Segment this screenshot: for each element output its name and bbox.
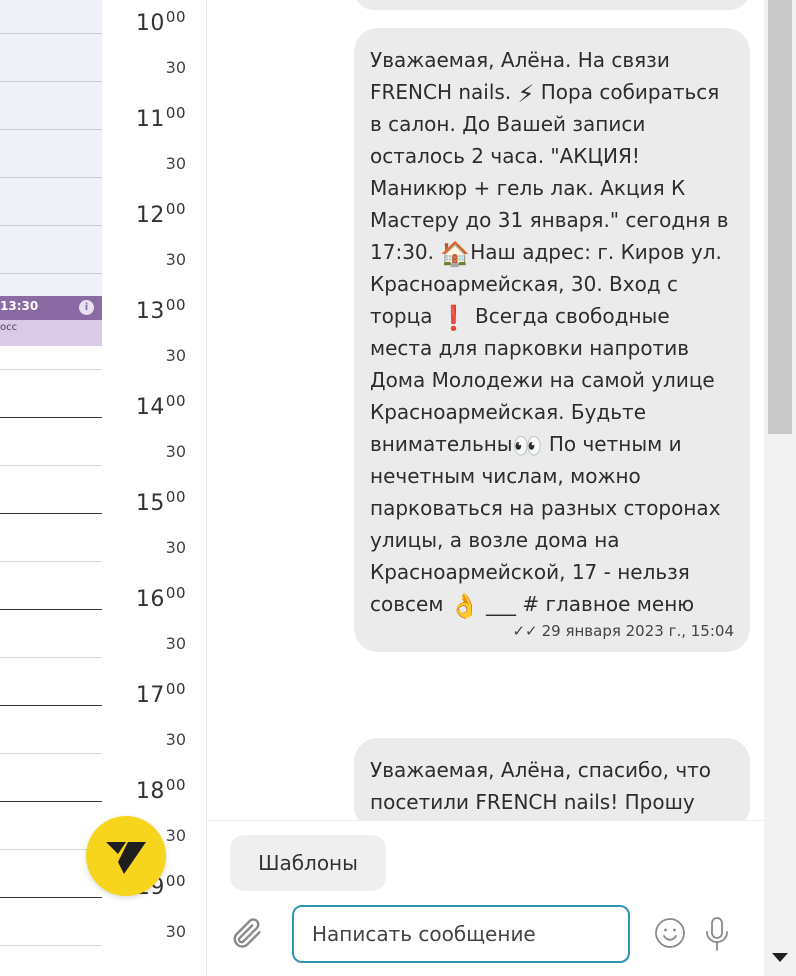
time-hour-label: 1700 xyxy=(136,680,186,708)
time-half-label: 30 xyxy=(165,154,186,173)
info-icon[interactable]: i xyxy=(79,300,94,315)
time-hour-minutes: 00 xyxy=(165,488,186,506)
time-hour-label: 1600 xyxy=(136,584,186,612)
microphone-icon[interactable] xyxy=(704,915,730,953)
time-hour-minutes: 00 xyxy=(165,776,186,794)
message-text-part: ___ # главное меню xyxy=(479,592,695,616)
time-hour-label: 1500 xyxy=(136,488,186,516)
calendar-slot[interactable] xyxy=(0,754,102,802)
time-hour-number: 11 xyxy=(135,107,165,132)
time-hour-number: 14 xyxy=(135,395,165,420)
message-text: Уважаемая, Алёна. На связи FRENCH nails.… xyxy=(370,44,734,620)
scrollbar-thumb[interactable] xyxy=(768,0,792,434)
message-text: Уважаемая, Алёна, спасибо, что посетили … xyxy=(370,758,718,814)
previous-message-bubble xyxy=(354,0,750,10)
chat-messages[interactable]: Уважаемая, Алёна. На связи FRENCH nails.… xyxy=(208,0,764,820)
calendar-slot[interactable] xyxy=(0,82,102,130)
calendar-slot[interactable] xyxy=(0,130,102,178)
calendar-event-time: 13:30 xyxy=(0,299,39,313)
message-bubble[interactable]: Уважаемая, Алёна. На связи FRENCH nails.… xyxy=(354,28,750,652)
time-hour-number: 17 xyxy=(135,683,165,708)
time-hour-number: 15 xyxy=(135,491,165,516)
time-half-label: 30 xyxy=(165,442,186,461)
calendar-slot[interactable] xyxy=(0,898,102,946)
attach-icon[interactable] xyxy=(228,915,264,951)
app-logo[interactable] xyxy=(86,816,166,896)
time-hour-number: 10 xyxy=(135,11,165,36)
time-half-label: 30 xyxy=(165,730,186,749)
calendar-slot[interactable] xyxy=(0,34,102,82)
message-text-part: По четным и нечетным числам, можно парко… xyxy=(370,432,727,616)
time-hour-minutes: 00 xyxy=(165,296,186,314)
house-emoji-icon: 🏠 xyxy=(440,239,471,268)
calendar-slot[interactable] xyxy=(0,946,102,976)
calendar-slot[interactable] xyxy=(0,802,102,850)
time-hour-label: 1100 xyxy=(136,104,186,132)
eyes-emoji-icon: 👀 xyxy=(512,431,543,460)
ok-hand-emoji-icon: 👌 xyxy=(449,591,480,620)
calendar-slot[interactable] xyxy=(0,706,102,754)
double-check-icon: ✓✓ xyxy=(512,622,538,640)
message-text-part: Пора собираться в салон. До Вашей записи… xyxy=(370,80,735,264)
time-half-label: 30 xyxy=(165,250,186,269)
templates-button[interactable]: Шаблоны xyxy=(230,835,386,891)
time-hour-number: 13 xyxy=(135,299,165,324)
time-hour-label: 1000 xyxy=(136,8,186,36)
time-hour-label: 1200 xyxy=(136,200,186,228)
time-hour-minutes: 00 xyxy=(165,392,186,410)
time-hour-minutes: 00 xyxy=(165,872,186,890)
calendar-slot[interactable] xyxy=(0,610,102,658)
time-half-label: 30 xyxy=(165,634,186,653)
calendar-grid: 13:30 i осс xyxy=(0,0,102,976)
exclamation-emoji-icon: ❗ xyxy=(438,303,469,332)
calendar-slot[interactable] xyxy=(0,178,102,226)
time-hour-minutes: 00 xyxy=(165,680,186,698)
message-meta: ✓✓ 29 января 2023 г., 15:04 xyxy=(370,622,734,640)
time-hour-number: 16 xyxy=(135,587,165,612)
time-half-label: 30 xyxy=(165,58,186,77)
emoji-icon[interactable] xyxy=(654,917,686,949)
message-input[interactable] xyxy=(292,905,630,963)
time-hour-minutes: 00 xyxy=(165,8,186,26)
time-hour-label: 1300 xyxy=(136,296,186,324)
time-hour-minutes: 00 xyxy=(165,584,186,602)
calendar-event[interactable]: 13:30 i осс xyxy=(0,296,102,346)
time-hour-number: 18 xyxy=(135,779,165,804)
calendar-slot[interactable] xyxy=(0,514,102,562)
message-timestamp: 29 января 2023 г., 15:04 xyxy=(541,622,734,640)
calendar-event-subtitle: осс xyxy=(0,322,18,333)
calendar-slot[interactable] xyxy=(0,562,102,610)
time-half-label: 30 xyxy=(165,826,186,845)
time-hour-label: 1400 xyxy=(136,392,186,420)
calendar-slot[interactable] xyxy=(0,418,102,466)
calendar-slot[interactable] xyxy=(0,466,102,514)
time-half-label: 30 xyxy=(165,922,186,941)
time-hour-minutes: 00 xyxy=(165,104,186,122)
calendar-slot[interactable] xyxy=(0,370,102,418)
chat-scrollbar[interactable] xyxy=(764,0,796,976)
time-half-label: 30 xyxy=(165,346,186,365)
scroll-down-arrow-icon[interactable] xyxy=(772,953,788,962)
message-bubble[interactable]: Уважаемая, Алёна, спасибо, что посетили … xyxy=(354,738,750,820)
lightning-emoji-icon: ⚡ xyxy=(517,79,535,108)
time-hour-label: 1800 xyxy=(136,776,186,804)
logo-icon xyxy=(106,842,146,874)
time-hour-number: 12 xyxy=(135,203,165,228)
calendar-slot[interactable] xyxy=(0,226,102,274)
calendar-event-header: 13:30 i xyxy=(0,296,102,320)
calendar-slot[interactable] xyxy=(0,658,102,706)
time-hour-minutes: 00 xyxy=(165,200,186,218)
calendar-slot[interactable] xyxy=(0,0,102,34)
message-composer: Шаблоны xyxy=(208,820,764,976)
time-half-label: 30 xyxy=(165,538,186,557)
